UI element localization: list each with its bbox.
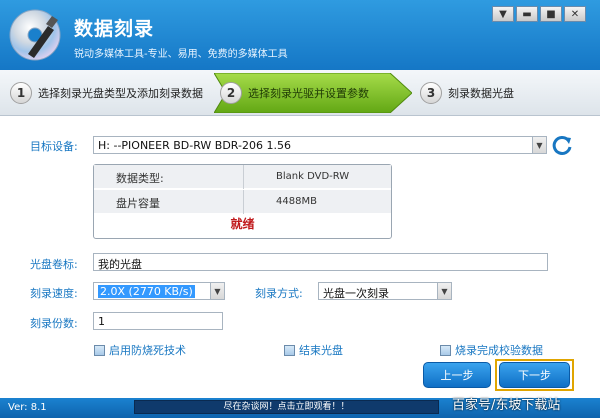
anti-burnout-label: 启用防烧死技术 — [109, 344, 186, 357]
step-2-active[interactable]: 2 选择刻录光驱并设置参数 — [214, 73, 412, 113]
disc-capacity-label: 盘片容量 — [116, 197, 160, 210]
anti-burnout-checkbox[interactable]: 启用防烧死技术 — [94, 342, 186, 358]
target-device-label: 目标设备: — [30, 140, 78, 153]
mode-select[interactable]: 光盘一次刻录 ▼ — [318, 282, 452, 300]
chevron-down-icon[interactable]: ▼ — [210, 283, 224, 299]
disc-capacity-row: 盘片容量 4488MB — [94, 190, 391, 214]
checkbox-box[interactable] — [94, 344, 105, 356]
step-3[interactable]: 3 刻录数据光盘 — [420, 78, 514, 108]
ad-marquee[interactable]: 尽在杂谈网！点击立即观看！！ — [134, 400, 439, 414]
version-text: Ver: 8.1 — [8, 402, 47, 413]
speed-value: 2.0X (2770 KB/s) — [98, 285, 195, 298]
prev-button[interactable]: 上一步 — [423, 362, 491, 388]
watermark: 百家号/东坡下载站 — [452, 398, 561, 413]
step-2-number: 2 — [220, 82, 242, 104]
divider — [243, 190, 244, 214]
mode-label: 刻录方式: — [255, 287, 303, 300]
target-device-value: H: --PIONEER BD-RW BDR-206 1.56 — [98, 139, 291, 152]
chevron-down-icon[interactable]: ▼ — [437, 283, 451, 299]
disc-type-row: 数据类型: Blank DVD-RW — [94, 165, 391, 189]
disc-logo-icon — [9, 9, 61, 61]
copies-label: 刻录份数: — [30, 317, 78, 330]
minimize-icon[interactable]: ▬ — [516, 6, 538, 22]
finalize-disc-label: 结束光盘 — [299, 344, 343, 357]
step-1[interactable]: 1 选择刻录光盘类型及添加刻录数据 — [10, 78, 203, 108]
copies-input[interactable]: 1 — [93, 312, 223, 330]
step-1-label: 选择刻录光盘类型及添加刻录数据 — [38, 87, 203, 100]
maximize-icon[interactable]: ■ — [540, 6, 562, 22]
speed-label: 刻录速度: — [30, 287, 78, 300]
volume-input[interactable]: 我的光盘 — [93, 253, 548, 271]
disc-capacity-value: 4488MB — [276, 196, 317, 207]
step-bar: 1 选择刻录光盘类型及添加刻录数据 2 选择刻录光驱并设置参数 3 刻录数据光盘 — [0, 70, 600, 116]
disc-type-label: 数据类型: — [116, 172, 164, 185]
checkbox-box[interactable] — [284, 344, 295, 356]
step-2-label: 选择刻录光驱并设置参数 — [248, 87, 369, 100]
app-subtitle: 锐动多媒体工具-专业、易用、免费的多媒体工具 — [74, 49, 288, 60]
refresh-icon[interactable] — [551, 134, 573, 156]
speed-select[interactable]: 2.0X (2770 KB/s) ▼ — [93, 282, 225, 300]
chevron-down-icon[interactable]: ▼ — [532, 137, 546, 153]
finalize-disc-checkbox[interactable]: 结束光盘 — [284, 342, 343, 358]
step-3-label: 刻录数据光盘 — [448, 87, 514, 100]
disc-type-value: Blank DVD-RW — [276, 171, 350, 182]
checkbox-box[interactable] — [440, 344, 451, 356]
close-icon[interactable]: ✕ — [564, 6, 586, 22]
device-status: 就绪 — [230, 217, 255, 231]
verify-data-checkbox[interactable]: 烧录完成校验数据 — [440, 342, 543, 358]
next-button[interactable]: 下一步 — [499, 362, 570, 388]
mode-value: 光盘一次刻录 — [323, 287, 389, 300]
step-3-number: 3 — [420, 82, 442, 104]
volume-label: 光盘卷标: — [30, 258, 78, 271]
title-bar: 数据刻录 锐动多媒体工具-专业、易用、免费的多媒体工具 ▼ ▬ ■ ✕ — [0, 0, 600, 70]
menu-icon[interactable]: ▼ — [492, 6, 514, 22]
app-title: 数据刻录 — [74, 18, 155, 40]
step-1-number: 1 — [10, 82, 32, 104]
verify-data-label: 烧录完成校验数据 — [455, 344, 543, 357]
disc-info-panel: 数据类型: Blank DVD-RW 盘片容量 4488MB 就绪 — [93, 164, 392, 239]
target-device-select[interactable]: H: --PIONEER BD-RW BDR-206 1.56 ▼ — [93, 136, 547, 154]
window-controls: ▼ ▬ ■ ✕ — [492, 6, 586, 22]
divider — [243, 165, 244, 189]
